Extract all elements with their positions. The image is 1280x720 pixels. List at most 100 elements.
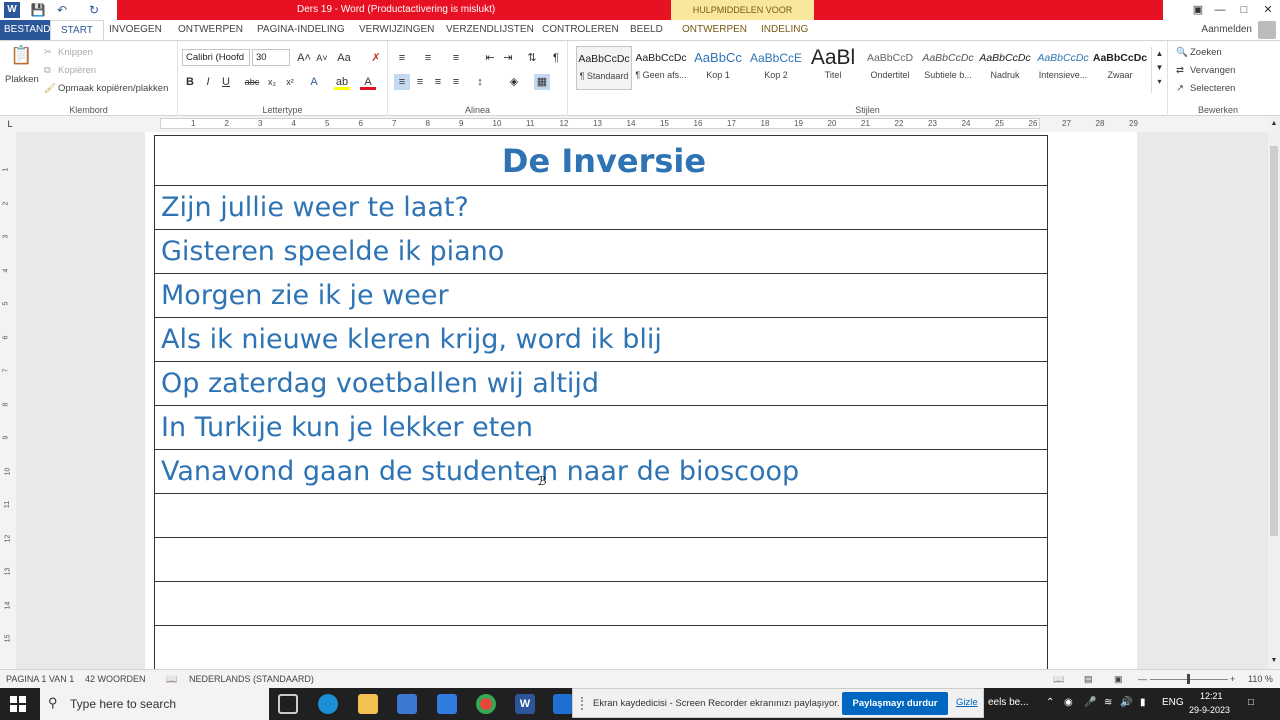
- redo-icon[interactable]: ↻: [86, 2, 102, 18]
- stop-sharing-button[interactable]: Paylaşmayı durdur: [842, 692, 948, 715]
- tab-pagina-indeling[interactable]: PAGINA-INDELING: [257, 20, 345, 40]
- change-case-icon[interactable]: Aa: [336, 50, 352, 66]
- table-row[interactable]: [154, 493, 1048, 538]
- styles-scroll-icon[interactable]: ▲ ▼ ▾: [1151, 47, 1167, 93]
- increase-indent-icon[interactable]: ⇥: [500, 50, 516, 66]
- underline-icon[interactable]: U: [218, 74, 234, 90]
- style-nadruk[interactable]: AaBbCcDc Nadruk: [977, 46, 1033, 90]
- pilcrow-icon[interactable]: ¶: [548, 50, 564, 66]
- multilevel-list-icon[interactable]: ≡: [448, 50, 464, 66]
- align-right-icon[interactable]: ≡: [430, 74, 446, 90]
- scrollbar-thumb[interactable]: [1270, 146, 1278, 536]
- table-row[interactable]: Als ik nieuwe kleren krijg, word ik blij: [154, 317, 1048, 362]
- style-geen-afstand[interactable]: AaBbCcDc ¶ Geen afs...: [633, 46, 689, 90]
- minimize-icon[interactable]: —: [1210, 1, 1230, 19]
- table-row[interactable]: Morgen zie ik je weer: [154, 273, 1048, 318]
- font-color-icon[interactable]: A: [360, 74, 376, 90]
- format-painter-button[interactable]: Opmaak kopiëren/plakken: [58, 83, 168, 94]
- word-app-icon[interactable]: W: [4, 2, 20, 18]
- tab-table-indeling[interactable]: INDELING: [761, 20, 808, 40]
- document-page[interactable]: De Inversie Zijn jullie weer te laat? Gi…: [145, 132, 1137, 669]
- style-subtiele-benadrukking[interactable]: AaBbCcDc Subtiele b...: [920, 46, 976, 90]
- taskbar-search[interactable]: ⚲ Type here to search: [40, 688, 269, 720]
- print-layout-icon[interactable]: ▤: [1084, 674, 1093, 685]
- paste-button[interactable]: Plakken: [5, 74, 39, 85]
- sort-icon[interactable]: ⇅: [524, 50, 540, 66]
- highlight-icon[interactable]: ab: [334, 74, 350, 90]
- table-cell[interactable]: [154, 625, 1048, 669]
- tray-chevron-icon[interactable]: ⌃: [1046, 697, 1054, 708]
- camera-icon[interactable]: ◉: [1064, 697, 1073, 708]
- subscript-icon[interactable]: x₂: [264, 74, 280, 90]
- chrome-icon[interactable]: [476, 694, 496, 714]
- cut-button[interactable]: Knippen: [58, 47, 93, 58]
- style-zwaar[interactable]: AaBbCcDc Zwaar: [1092, 46, 1148, 90]
- superscript-icon[interactable]: x²: [282, 74, 298, 90]
- tab-table-ontwerpen[interactable]: ONTWERPEN: [682, 20, 747, 40]
- text-effects-icon[interactable]: A: [306, 74, 322, 90]
- vertical-scrollbar[interactable]: ▲ ▼: [1268, 116, 1280, 669]
- numbering-icon[interactable]: ≡: [420, 50, 436, 66]
- file-explorer-icon[interactable]: [358, 694, 378, 714]
- taskbar-app-label[interactable]: eels be...: [988, 697, 1029, 708]
- borders-icon[interactable]: ▦: [534, 74, 550, 90]
- shrink-font-icon[interactable]: A˅: [314, 50, 330, 66]
- bold-icon[interactable]: B: [182, 74, 198, 90]
- table-row[interactable]: In Turkije kun je lekker eten: [154, 405, 1048, 450]
- replace-button[interactable]: Vervangen: [1190, 65, 1235, 76]
- scroll-up-icon[interactable]: ▲: [1268, 116, 1280, 132]
- maximize-icon[interactable]: □: [1234, 1, 1254, 19]
- font-name-select[interactable]: Calibri (Hoofd: [182, 49, 250, 66]
- zoom-level[interactable]: 110 %: [1248, 674, 1273, 684]
- table-cell[interactable]: Op zaterdag voetballen wij altijd: [154, 361, 1048, 406]
- tab-controleren[interactable]: CONTROLEREN: [542, 20, 619, 40]
- style-kop-1[interactable]: AaBbCc Kop 1: [690, 46, 746, 90]
- table-row[interactable]: Gisteren speelde ik piano: [154, 229, 1048, 274]
- table-cell[interactable]: Vanavond gaan de studenten naar de biosc…: [154, 449, 1048, 494]
- mail-icon[interactable]: [437, 694, 457, 714]
- table-cell[interactable]: [154, 493, 1048, 538]
- find-button[interactable]: Zoeken: [1190, 47, 1222, 58]
- microphone-icon[interactable]: 🎤: [1084, 697, 1096, 708]
- horizontal-ruler[interactable]: L 1 2 3 4 5 6 7 8 9 10 11 12 13 14 15 16 17 18 19 20 21 22 23 2…: [0, 116, 1280, 132]
- help-button[interactable]: ?: [1166, 1, 1186, 19]
- shading-icon[interactable]: ◈: [506, 74, 522, 90]
- table-row[interactable]: Vanavond gaan de studenten naar de biosc…: [154, 449, 1048, 494]
- style-standaard[interactable]: AaBbCcDc ¶ Standaard: [576, 46, 632, 90]
- tab-invoegen[interactable]: INVOEGEN: [109, 20, 162, 40]
- table-cell[interactable]: In Turkije kun je lekker eten: [154, 405, 1048, 450]
- grow-font-icon[interactable]: A˄: [296, 50, 312, 66]
- table-cell[interactable]: [154, 537, 1048, 582]
- hide-link[interactable]: Gizle: [956, 697, 978, 708]
- table-cell[interactable]: Morgen zie ik je weer: [154, 273, 1048, 318]
- volume-icon[interactable]: 🔊: [1120, 697, 1132, 708]
- windows-start-icon[interactable]: [10, 696, 26, 712]
- decrease-indent-icon[interactable]: ⇤: [482, 50, 498, 66]
- edge-icon[interactable]: [318, 694, 338, 714]
- clear-format-icon[interactable]: ✗: [368, 50, 384, 66]
- word-count[interactable]: 42 WOORDEN: [85, 674, 146, 684]
- style-intensieve-nadruk[interactable]: AaBbCcDc Intensieve...: [1035, 46, 1091, 90]
- style-ondertitel[interactable]: AaBbCcD Ondertitel: [862, 46, 918, 90]
- vertical-ruler[interactable]: 1 2 3 4 5 6 7 8 9 10 11 12 13 14 15: [0, 132, 16, 669]
- clock-date[interactable]: 29-9-2023: [1189, 705, 1230, 715]
- tab-file[interactable]: BESTAND: [0, 20, 55, 40]
- proofing-icon[interactable]: 📖: [166, 674, 177, 685]
- zoom-slider-thumb[interactable]: [1187, 674, 1190, 684]
- save-icon[interactable]: 💾: [30, 2, 46, 18]
- font-size-select[interactable]: 30: [252, 49, 290, 66]
- store-icon[interactable]: [397, 694, 417, 714]
- table-cell[interactable]: [154, 581, 1048, 626]
- task-view-icon[interactable]: [278, 694, 298, 714]
- recorder-icon[interactable]: [553, 694, 573, 714]
- select-button[interactable]: Selecteren: [1190, 83, 1235, 94]
- table-cell[interactable]: Zijn jullie weer te laat?: [154, 185, 1048, 230]
- tab-verwijzingen[interactable]: VERWIJZINGEN: [359, 20, 434, 40]
- word-taskbar-icon[interactable]: W: [515, 694, 535, 714]
- web-layout-icon[interactable]: ▣: [1114, 674, 1123, 685]
- avatar[interactable]: [1258, 21, 1276, 39]
- document-table[interactable]: De Inversie Zijn jullie weer te laat? Gi…: [154, 135, 1048, 669]
- bullets-icon[interactable]: ≡: [394, 50, 410, 66]
- network-icon[interactable]: ≋: [1104, 697, 1112, 708]
- sign-in-link[interactable]: Aanmelden: [1201, 20, 1252, 40]
